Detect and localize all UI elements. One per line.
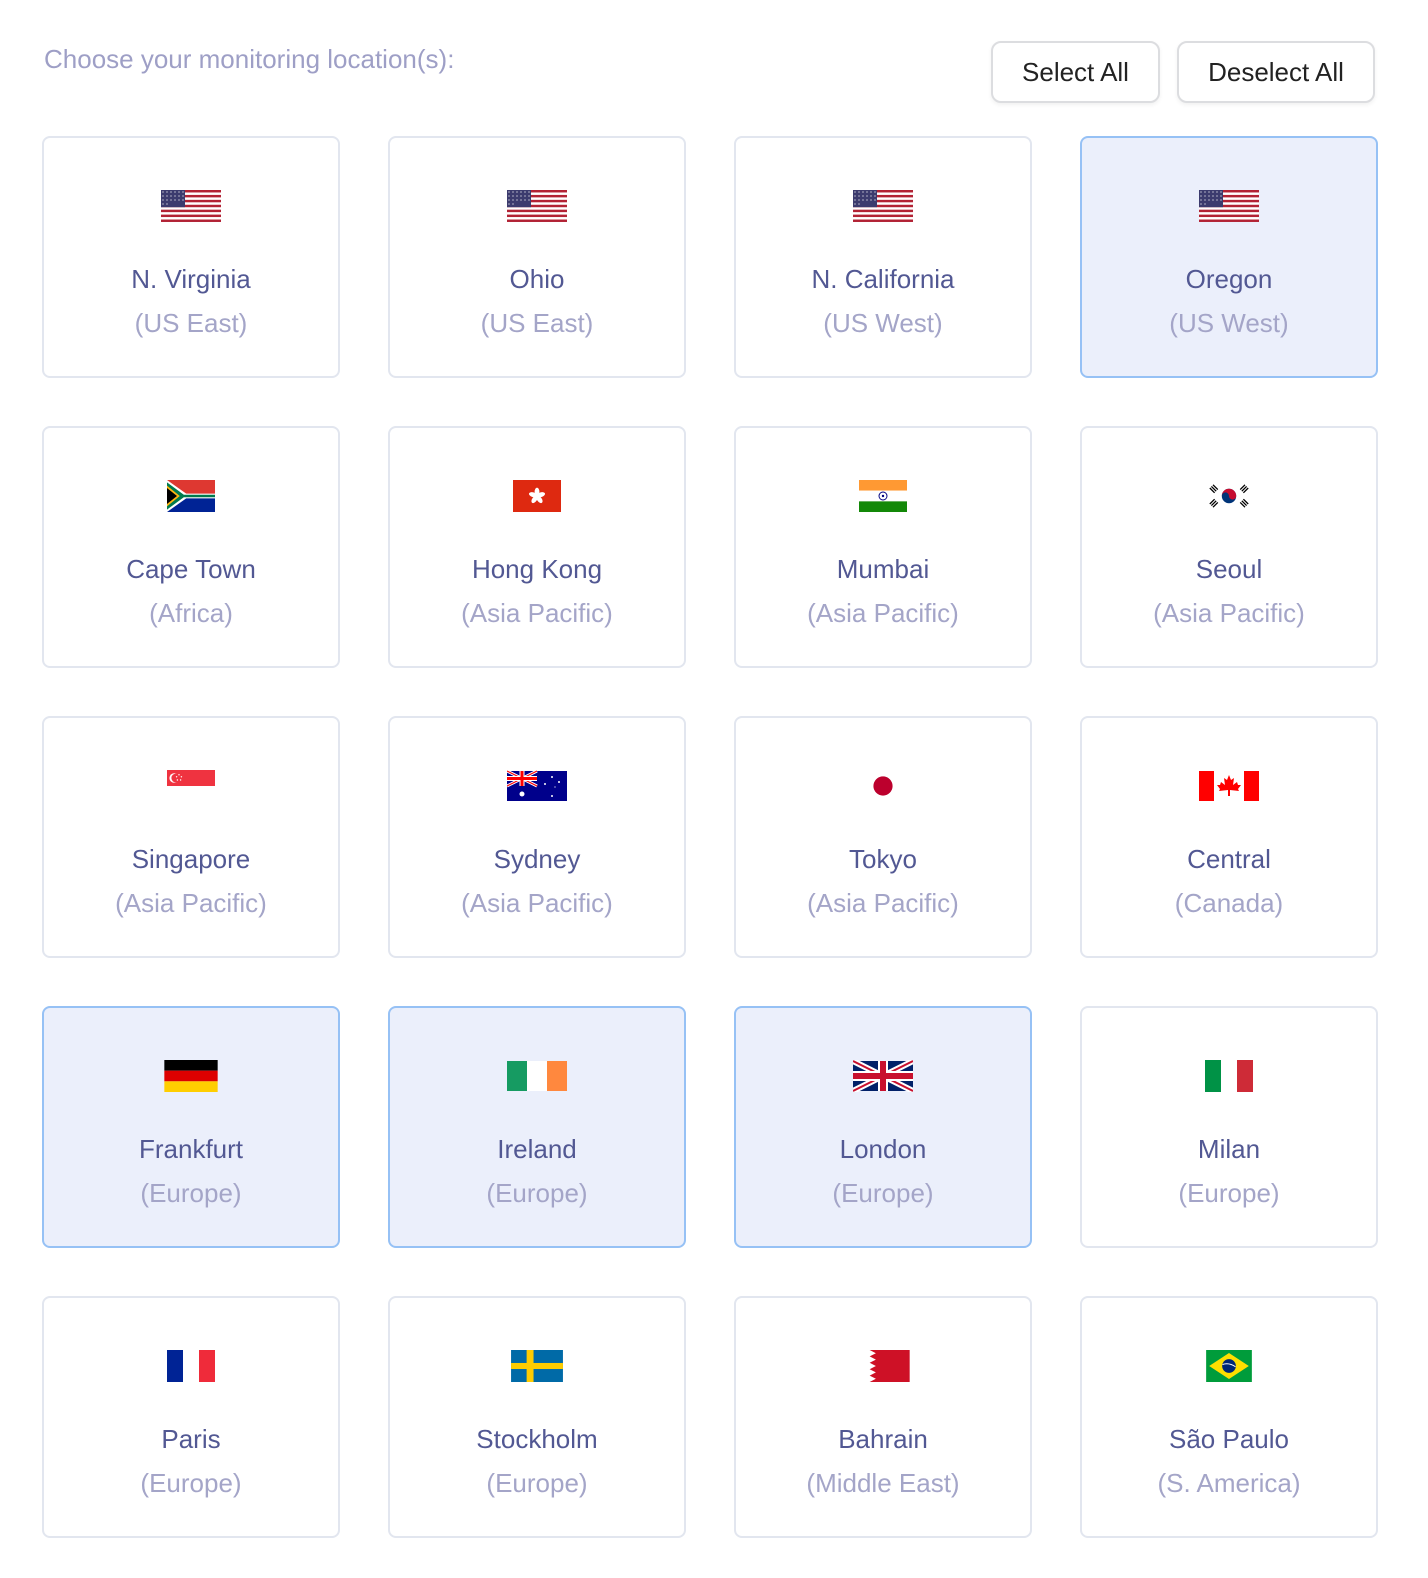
location-region: (Europe) [486, 1178, 588, 1208]
location-card[interactable]: Paris (Europe) [42, 1296, 340, 1538]
location-region: (Europe) [140, 1468, 242, 1498]
it-flag-icon [1199, 1060, 1259, 1092]
ca-flag-icon [1199, 770, 1259, 802]
location-region: (Europe) [832, 1178, 934, 1208]
location-card[interactable]: Bahrain (Middle East) [734, 1296, 1032, 1538]
de-flag-icon [161, 1060, 221, 1092]
location-region: (Asia Pacific) [115, 888, 267, 918]
location-card[interactable]: Stockholm (Europe) [388, 1296, 686, 1538]
location-city: Singapore [131, 844, 251, 874]
se-flag-icon [507, 1350, 567, 1382]
location-city: Milan [1197, 1134, 1261, 1164]
location-card[interactable]: Mumbai (Asia Pacific) [734, 426, 1032, 668]
location-city: Bahrain [838, 1424, 928, 1454]
jp-flag-icon [853, 770, 913, 802]
location-region: (Asia Pacific) [807, 598, 959, 628]
location-city: Central [1187, 844, 1271, 874]
location-city: São Paulo [1169, 1424, 1289, 1454]
location-city: N. Virginia [131, 264, 251, 294]
ie-flag-icon [507, 1060, 567, 1092]
location-city: Cape Town [126, 554, 256, 584]
location-city: N. California [811, 264, 955, 294]
location-region: (Asia Pacific) [1153, 598, 1305, 628]
location-card[interactable]: Ohio (US East) [388, 136, 686, 378]
location-region: (Europe) [1178, 1178, 1280, 1208]
deselect-all-button[interactable]: Deselect All [1177, 41, 1375, 103]
location-city: Frankfurt [138, 1134, 244, 1164]
location-region: (S. America) [1157, 1468, 1301, 1498]
br-flag-icon [1199, 1350, 1259, 1382]
location-card[interactable]: N. Virginia (US East) [42, 136, 340, 378]
location-city: Tokyo [849, 844, 917, 874]
us-flag-icon [1199, 190, 1259, 222]
location-region: (Canada) [1174, 888, 1284, 918]
fr-flag-icon [161, 1350, 221, 1382]
sg-flag-icon [161, 770, 221, 802]
location-city: Oregon [1185, 264, 1273, 294]
location-region: (US East) [134, 308, 248, 338]
location-city: Hong Kong [471, 554, 603, 584]
location-card[interactable]: Oregon (US West) [1080, 136, 1378, 378]
location-region: (US East) [480, 308, 594, 338]
location-card[interactable]: London (Europe) [734, 1006, 1032, 1248]
location-city: Sydney [493, 844, 581, 874]
location-card[interactable]: Cape Town (Africa) [42, 426, 340, 668]
us-flag-icon [161, 190, 221, 222]
location-card[interactable]: Sydney (Asia Pacific) [388, 716, 686, 958]
bh-flag-icon [853, 1350, 913, 1382]
location-region: (Europe) [140, 1178, 242, 1208]
hk-flag-icon [507, 480, 567, 512]
location-card[interactable]: Central (Canada) [1080, 716, 1378, 958]
kr-flag-icon [1199, 480, 1259, 512]
location-region: (US West) [823, 308, 943, 338]
location-region: (Africa) [149, 598, 233, 628]
za-flag-icon [161, 480, 221, 512]
select-all-button[interactable]: Select All [991, 41, 1160, 103]
location-city: Stockholm [476, 1424, 598, 1454]
location-card[interactable]: Tokyo (Asia Pacific) [734, 716, 1032, 958]
location-region: (Middle East) [806, 1468, 960, 1498]
location-region: (Asia Pacific) [807, 888, 959, 918]
location-city: Mumbai [836, 554, 930, 584]
location-card[interactable]: Singapore (Asia Pacific) [42, 716, 340, 958]
location-city: London [839, 1134, 927, 1164]
location-region: (Europe) [486, 1468, 588, 1498]
location-city: Seoul [1195, 554, 1263, 584]
location-grid: N. Virginia (US East) Ohio (US East) N. Cali… [42, 136, 1378, 1538]
location-card[interactable]: Ireland (Europe) [388, 1006, 686, 1248]
header-label: Choose your monitoring location(s): [44, 44, 455, 74]
location-city: Ireland [497, 1134, 577, 1164]
location-card[interactable]: Seoul (Asia Pacific) [1080, 426, 1378, 668]
in-flag-icon [853, 480, 913, 512]
location-card[interactable]: Frankfurt (Europe) [42, 1006, 340, 1248]
location-region: (US West) [1169, 308, 1289, 338]
location-card[interactable]: São Paulo (S. America) [1080, 1296, 1378, 1538]
location-city: Ohio [509, 264, 565, 294]
location-card[interactable]: N. California (US West) [734, 136, 1032, 378]
location-card[interactable]: Hong Kong (Asia Pacific) [388, 426, 686, 668]
location-region: (Asia Pacific) [461, 598, 613, 628]
location-card[interactable]: Milan (Europe) [1080, 1006, 1378, 1248]
us-flag-icon [853, 190, 913, 222]
location-region: (Asia Pacific) [461, 888, 613, 918]
gb-flag-icon [853, 1060, 913, 1092]
au-flag-icon [507, 770, 567, 802]
us-flag-icon [507, 190, 567, 222]
location-city: Paris [161, 1424, 221, 1454]
